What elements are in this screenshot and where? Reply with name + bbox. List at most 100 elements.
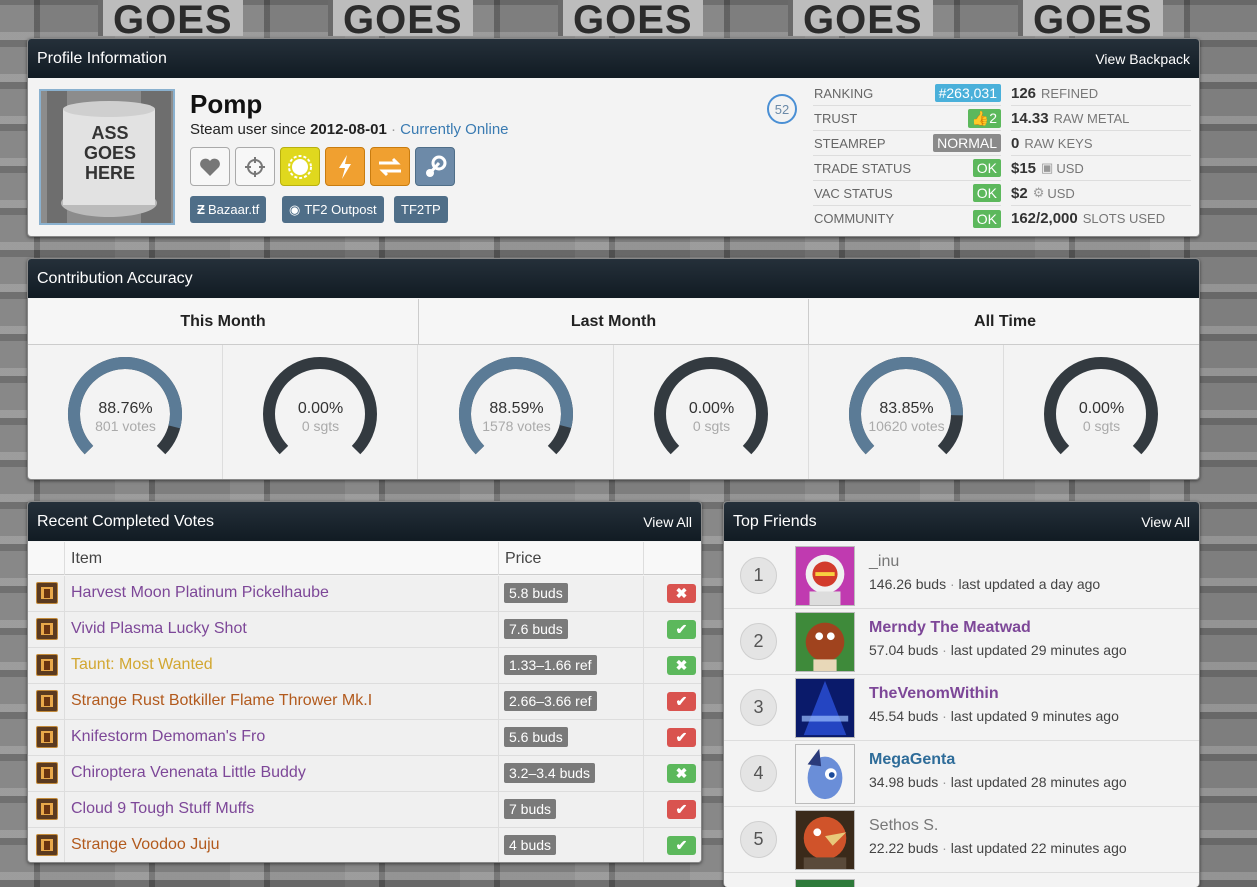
table-row[interactable]: Cloud 9 Tough Stuff Muffs 7 buds ✔ <box>28 792 701 828</box>
vote-status-icon[interactable]: ✔ <box>667 800 696 819</box>
vote-status-icon[interactable]: ✔ <box>667 620 696 639</box>
votes-view-all-link[interactable]: View All <box>643 514 692 530</box>
table-row[interactable]: Strange Voodoo Juju 4 buds ✔ <box>28 828 701 862</box>
outpost-icon: ◉ <box>289 201 301 217</box>
gauge-value: 0.00% <box>688 400 735 417</box>
trade-status-badge[interactable]: OK <box>972 159 1001 177</box>
pony-avatar[interactable] <box>795 744 855 804</box>
tab-this-month[interactable]: This Month <box>28 299 419 345</box>
price-column-header[interactable]: Price <box>505 550 541 568</box>
separator: · <box>386 121 401 138</box>
accuracy-title: Contribution Accuracy <box>37 269 193 287</box>
friend-rank: 2 <box>740 623 777 660</box>
item-name[interactable]: Taunt: Most Wanted <box>71 656 213 674</box>
table-row[interactable]: Vivid Plasma Lucky Shot 7.6 buds ✔ <box>28 612 701 648</box>
item-name[interactable]: Vivid Plasma Lucky Shot <box>71 620 247 638</box>
vote-status-icon[interactable]: ✖ <box>667 656 696 675</box>
community-badge[interactable]: OK <box>972 209 1001 228</box>
tf2-outpost-link[interactable]: ◉ TF2 Outpost <box>282 196 384 223</box>
community-label: COMMUNITY <box>814 211 895 226</box>
vac-status-badge[interactable]: OK <box>972 184 1001 202</box>
gauge-count: 10620 votes <box>868 418 945 434</box>
trust-badge[interactable]: 👍2 <box>967 108 1001 128</box>
steamrep-badge[interactable]: NORMAL <box>933 134 1001 152</box>
list-item[interactable]: 3 TheVenomWithin 45.54 buds · last updated… <box>724 675 1199 741</box>
friend-info: 34.98 buds · last updated 28 minutes ago <box>869 774 1127 790</box>
gauge-value: 0.00% <box>297 400 344 417</box>
table-row[interactable]: Knifestorm Demoman's Fro 5.6 buds ✔ <box>28 720 701 756</box>
sun-button[interactable] <box>280 147 320 186</box>
view-backpack-link[interactable]: View Backpack <box>1095 51 1190 67</box>
gauge-value: 88.59% <box>489 400 544 417</box>
friend-rank: 3 <box>740 689 777 726</box>
accuracy-panel: Contribution Accuracy This Month Last Mo… <box>27 258 1200 480</box>
refined-row: 126 REFINED <box>1011 81 1191 106</box>
gauge-count: 1578 votes <box>482 418 551 434</box>
meatwad-avatar[interactable] <box>795 612 855 672</box>
exchange-button[interactable] <box>370 147 410 186</box>
trade-status-label: TRADE STATUS <box>814 160 912 176</box>
friend-rank: 1 <box>740 557 777 594</box>
vote-status-icon[interactable]: ✖ <box>667 584 696 603</box>
bazaar-link[interactable]: Ƶ Bazaar.tf <box>190 196 267 223</box>
online-status[interactable]: Currently Online <box>400 121 508 138</box>
thumbs-up-icon: 👍 <box>971 109 990 126</box>
item-name[interactable]: Cloud 9 Tough Stuff Muffs <box>71 800 254 818</box>
avatar[interactable]: ASS GOES HERE <box>39 89 175 225</box>
vote-status-icon[interactable]: ✔ <box>667 728 696 747</box>
community-row: COMMUNITY OK <box>813 206 1001 231</box>
friend-name[interactable]: Sethos S. <box>869 817 938 835</box>
friend-name[interactable]: Merndy The Meatwad <box>869 619 1031 637</box>
blue-stage-avatar[interactable] <box>795 678 855 738</box>
profile-header: Profile Information View Backpack <box>28 39 1199 78</box>
raw-metal-row: 14.33 RAW METAL <box>1011 106 1191 131</box>
heart-button[interactable] <box>190 147 230 186</box>
item-icon <box>36 582 58 604</box>
crosshair-icon <box>245 156 265 177</box>
friends-view-all-link[interactable]: View All <box>1141 514 1190 530</box>
astronaut-avatar[interactable] <box>795 546 855 606</box>
lightning-button[interactable] <box>325 147 365 186</box>
steam-level-badge[interactable]: 52 <box>767 94 797 124</box>
vote-status-icon[interactable]: ✔ <box>667 836 696 855</box>
tf2tp-link[interactable]: TF2TP <box>394 196 448 223</box>
table-row[interactable]: Strange Rust Botkiller Flame Thrower Mk.… <box>28 684 701 720</box>
steam-small-icon: ⚙ <box>1032 185 1045 200</box>
friend-name[interactable]: _inu <box>869 553 899 571</box>
bird-avatar[interactable] <box>795 810 855 870</box>
profile-since: Steam user since 2012-08-01 · Currently … <box>190 121 509 138</box>
vote-status-icon[interactable]: ✖ <box>667 764 696 783</box>
item-name[interactable]: Strange Voodoo Juju <box>71 836 220 854</box>
list-item[interactable]: 1 _inu 146.26 buds · last updated a day ag… <box>724 543 1199 609</box>
avatar-text: ASS GOES HERE <box>83 123 136 183</box>
friend-name[interactable]: TheVenomWithin <box>869 685 999 703</box>
tab-all-time[interactable]: All Time <box>809 299 1199 345</box>
votes-panel: Recent Completed Votes View All Item Pri… <box>27 501 702 863</box>
backpack-value-row: $15 ▣ USD <box>1011 156 1191 181</box>
list-item[interactable]: 4 MegaGenta 34.98 buds · last updated 28 m… <box>724 741 1199 807</box>
price-badge: 1.33–1.66 ref <box>504 655 597 675</box>
friend-name[interactable]: MegaGenta <box>869 751 955 769</box>
item-name[interactable]: Harvest Moon Platinum Pickelhaube <box>71 584 329 602</box>
item-column-header[interactable]: Item <box>71 550 102 568</box>
table-row[interactable]: Harvest Moon Platinum Pickelhaube 5.8 bud… <box>28 576 701 612</box>
gauge-this-month-votes: 88.76% 801 votes <box>28 345 223 479</box>
tab-last-month[interactable]: Last Month <box>419 299 809 345</box>
friend-info: 146.26 buds · last updated a day ago <box>869 576 1101 592</box>
gauge-count: 0 sgts <box>1082 418 1121 434</box>
gauge-this-month-sgts: 0.00% 0 sgts <box>223 345 418 479</box>
list-item[interactable]: 5 Sethos S. 22.22 buds · last updated 22 m… <box>724 807 1199 873</box>
steam-button[interactable] <box>415 147 455 186</box>
vote-status-icon[interactable]: ✔ <box>667 692 696 711</box>
table-row[interactable]: Taunt: Most Wanted 1.33–1.66 ref ✖ <box>28 648 701 684</box>
vac-status-label: VAC STATUS <box>814 185 893 201</box>
item-name[interactable]: Chiroptera Venenata Little Buddy <box>71 764 306 782</box>
table-row[interactable]: Chiroptera Venenata Little Buddy 3.2–3.4 … <box>28 756 701 792</box>
ranking-badge[interactable]: #263,031 <box>934 84 1001 102</box>
crosshair-button[interactable] <box>235 147 275 186</box>
list-item[interactable]: 2 Merndy The Meatwad 57.04 buds · last upd… <box>724 609 1199 675</box>
since-label: Steam user since <box>190 121 311 138</box>
item-name[interactable]: Strange Rust Botkiller Flame Thrower Mk.… <box>71 692 372 710</box>
item-name[interactable]: Knifestorm Demoman's Fro <box>71 728 265 746</box>
slots-row: 162/2,000 SLOTS USED <box>1011 210 1166 227</box>
